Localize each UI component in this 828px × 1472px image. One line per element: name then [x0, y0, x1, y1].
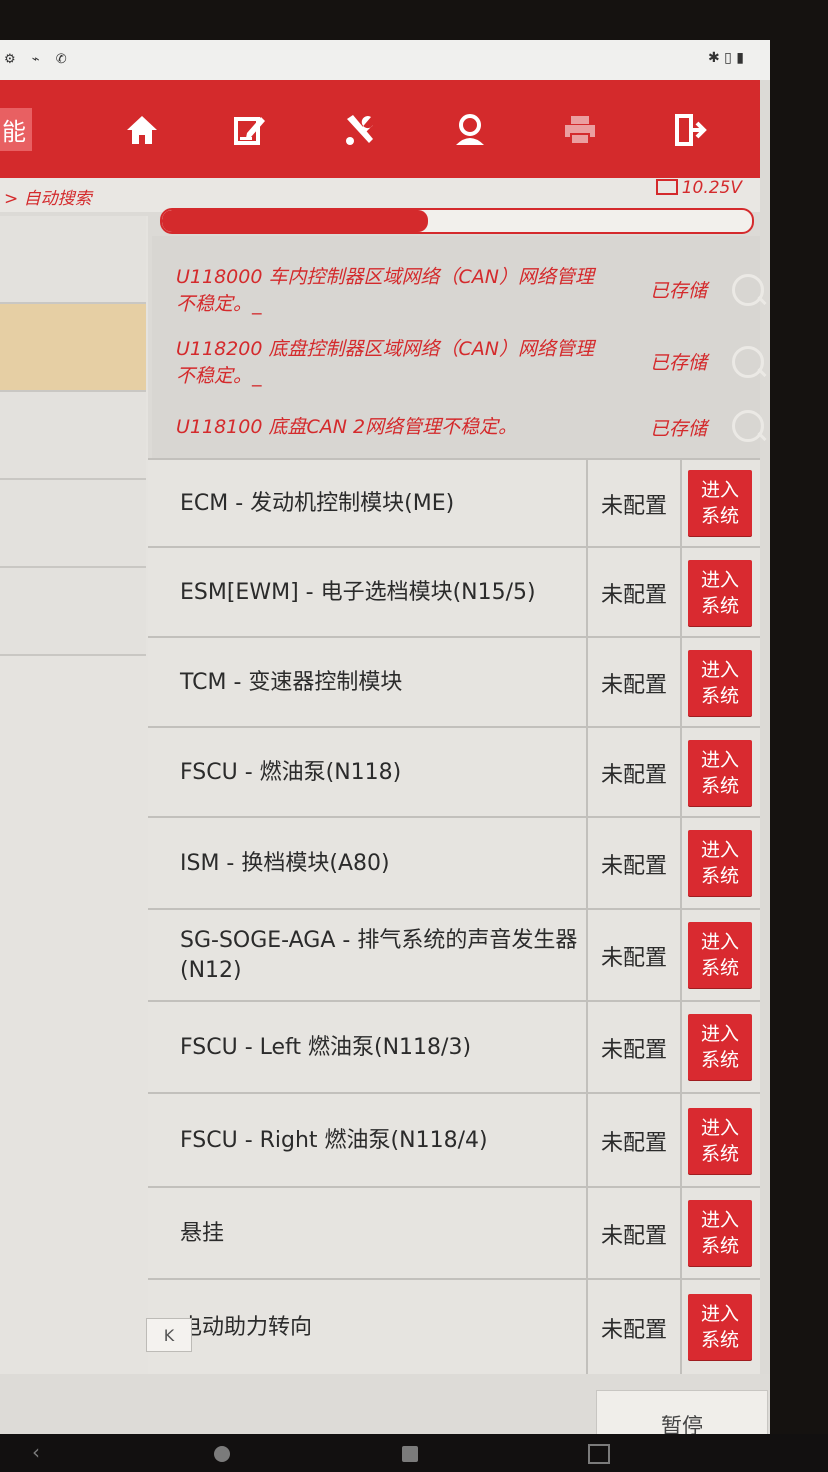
table-row: SG-SOGE-AGA - 排气系统的声音发生器(N12) 未配置 进入系统 [148, 908, 760, 1002]
enter-system-button[interactable]: 进入系统 [688, 740, 752, 806]
dtc-status: 已存储 [650, 352, 708, 374]
table-row: ISM - 换档模块(A80) 未配置 进入系统 [148, 816, 760, 910]
sidebar-item[interactable] [0, 480, 146, 568]
dtc-text: U118200 底盘控制器区域网络（CAN）网络管理不稳定。_ [176, 338, 594, 387]
sidebar-item[interactable] [0, 392, 146, 480]
table-row: 电动助力转向 未配置 进入系统 [148, 1278, 760, 1376]
module-name: ESM[EWM] - 电子选档模块(N15/5) [180, 580, 536, 605]
search-icon[interactable] [732, 410, 764, 442]
dtc-status: 已存储 [650, 418, 708, 440]
top-toolbar: 能 [0, 80, 760, 178]
home-icon[interactable] [118, 106, 166, 154]
enter-system-button[interactable]: 进入系统 [688, 560, 752, 626]
tools-icon[interactable] [336, 106, 384, 154]
sidebar-item[interactable] [0, 216, 146, 304]
dtc-item[interactable]: U118000 车内控制器区域网络（CAN）网络管理不稳定。_ 已存储 [176, 264, 764, 324]
status-bar: ⚙ ⌁ ✆ ✱ ▯ ▮ [0, 40, 770, 80]
module-status: 未配置 [586, 910, 682, 1002]
sidebar-item-active[interactable] [0, 304, 146, 392]
table-row: ESM[EWM] - 电子选档模块(N15/5) 未配置 进入系统 [148, 546, 760, 638]
dtc-list: U118000 车内控制器区域网络（CAN）网络管理不稳定。_ 已存储 U118… [152, 236, 764, 458]
module-status: 未配置 [586, 728, 682, 818]
module-status: 未配置 [586, 1280, 682, 1376]
back-icon[interactable]: ‹ [32, 1440, 40, 1464]
enter-system-button[interactable]: 进入系统 [688, 650, 752, 716]
android-nav-bar: ‹ [0, 1434, 828, 1472]
sidebar-item[interactable] [0, 568, 146, 656]
home-circle-icon[interactable] [214, 1446, 230, 1462]
module-name: 电动助力转向 [180, 1315, 313, 1340]
function-label[interactable]: 能 [0, 108, 32, 151]
status-right-icons: ✱ ▯ ▮ [707, 50, 744, 66]
search-icon[interactable] [732, 274, 764, 306]
dtc-status: 已存储 [650, 280, 708, 302]
user-icon[interactable] [446, 106, 494, 154]
scan-progress-bar [160, 208, 754, 234]
enter-system-button[interactable]: 进入系统 [688, 1294, 752, 1360]
enter-system-button[interactable]: 进入系统 [688, 830, 752, 896]
pause-button[interactable]: 暂停 [596, 1390, 768, 1434]
breadcrumb: > 自动搜索 [4, 189, 92, 209]
module-status: 未配置 [586, 818, 682, 910]
recent-apps-icon[interactable] [402, 1446, 418, 1462]
status-left-icons: ⚙ ⌁ ✆ [4, 52, 73, 67]
collapse-icon: K [163, 1325, 175, 1345]
module-name: SG-SOGE-AGA - 排气系统的声音发生器(N12) [180, 928, 578, 983]
exit-icon[interactable] [666, 106, 714, 154]
module-status: 未配置 [586, 1094, 682, 1188]
search-icon[interactable] [732, 346, 764, 378]
table-row: FSCU - 燃油泵(N118) 未配置 进入系统 [148, 726, 760, 818]
enter-system-button[interactable]: 进入系统 [688, 470, 752, 536]
dtc-text: U118100 底盘CAN 2网络管理不稳定。 [176, 416, 518, 438]
module-name: ECM - 发动机控制模块(ME) [180, 491, 455, 516]
sidebar [0, 216, 148, 1376]
enter-system-button[interactable]: 进入系统 [688, 922, 752, 988]
module-name: 悬挂 [180, 1221, 225, 1246]
battery-voltage: 10.25V [655, 178, 742, 198]
battery-icon [655, 179, 678, 195]
dtc-text: U118000 车内控制器区域网络（CAN）网络管理不稳定。_ [176, 266, 594, 315]
voltage-value: 10.25V [681, 178, 742, 198]
dtc-item[interactable]: U118100 底盘CAN 2网络管理不稳定。 已存储 [176, 410, 764, 446]
breadcrumb-bar: > 自动搜索 10.25V [0, 178, 760, 212]
module-name: FSCU - 燃油泵(N118) [180, 760, 402, 785]
module-name: TCM - 变速器控制模块 [180, 670, 403, 695]
table-row: FSCU - Right 燃油泵(N118/4) 未配置 进入系统 [148, 1092, 760, 1188]
module-status: 未配置 [586, 548, 682, 638]
screenshot-icon[interactable] [588, 1444, 610, 1464]
enter-system-button[interactable]: 进入系统 [688, 1108, 752, 1174]
table-row: 悬挂 未配置 进入系统 [148, 1186, 760, 1280]
module-status: 未配置 [586, 1188, 682, 1280]
table-row: FSCU - Left 燃油泵(N118/3) 未配置 进入系统 [148, 1000, 760, 1094]
module-name: FSCU - Left 燃油泵(N118/3) [180, 1035, 472, 1060]
collapse-sidebar-button[interactable]: K [146, 1318, 192, 1352]
module-name: FSCU - Right 燃油泵(N118/4) [180, 1128, 488, 1153]
module-status: 未配置 [586, 638, 682, 728]
table-row: TCM - 变速器控制模块 未配置 进入系统 [148, 636, 760, 728]
module-status: 未配置 [586, 460, 682, 548]
table-row: ECM - 发动机控制模块(ME) 未配置 进入系统 [148, 458, 760, 548]
edit-icon[interactable] [226, 106, 274, 154]
enter-system-button[interactable]: 进入系统 [688, 1014, 752, 1080]
dtc-item[interactable]: U118200 底盘控制器区域网络（CAN）网络管理不稳定。_ 已存储 [176, 336, 764, 396]
scan-progress-fill [162, 210, 428, 232]
enter-system-button[interactable]: 进入系统 [688, 1200, 752, 1266]
app-screen: ⚙ ⌁ ✆ ✱ ▯ ▮ 能 > 自动搜索 10.25V U118000 车内控制… [0, 40, 770, 1434]
module-name: ISM - 换档模块(A80) [180, 851, 390, 876]
module-status: 未配置 [586, 1002, 682, 1094]
print-icon[interactable] [556, 106, 604, 154]
